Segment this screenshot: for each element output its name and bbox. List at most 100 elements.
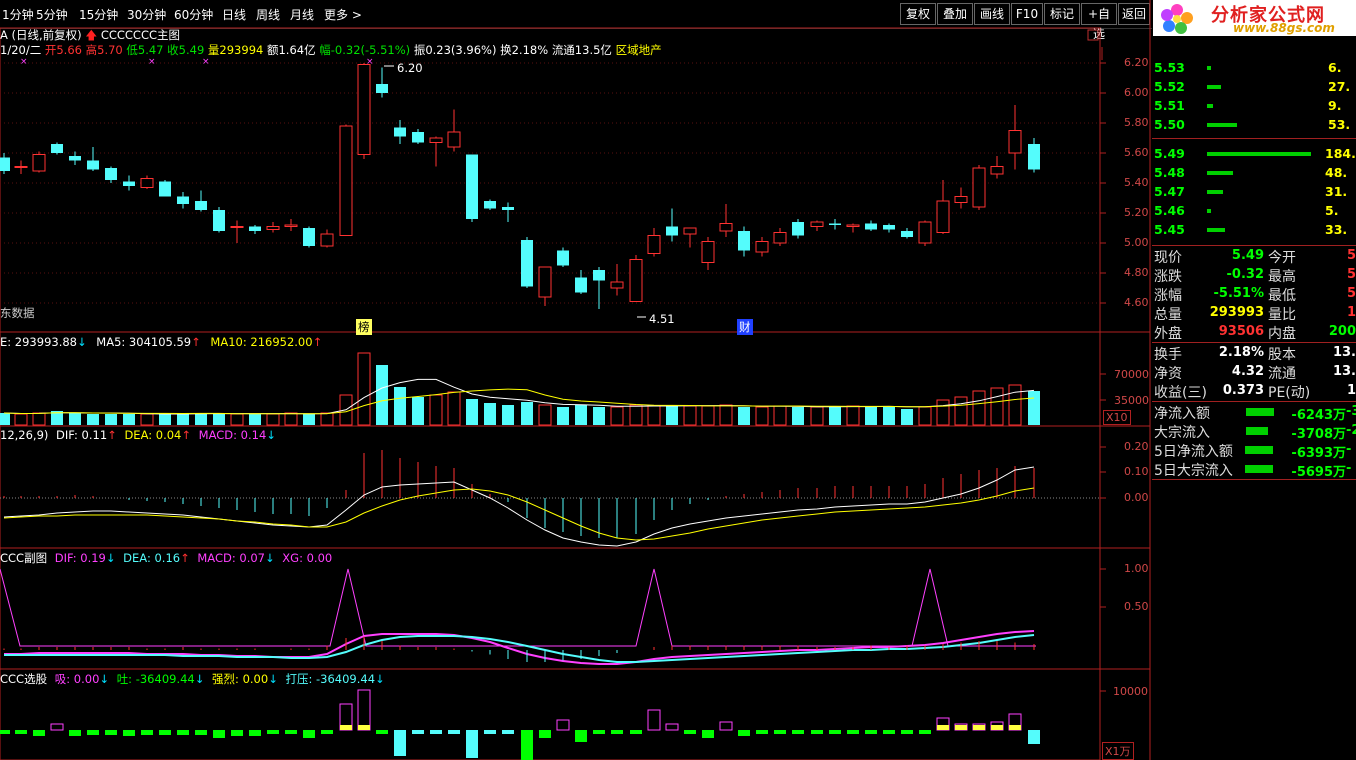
ask-row[interactable]: 5.53: [1154, 60, 1185, 75]
volume-bar-up: [610, 406, 624, 426]
bid-row[interactable]: 5.45: [1154, 222, 1185, 237]
bid-row[interactable]: 5.47: [1154, 184, 1185, 199]
volume-bar-down: [123, 414, 135, 425]
quote2-value: 1: [1346, 383, 1356, 398]
ask-row[interactable]: 5.50: [1154, 117, 1185, 132]
candle-up: [773, 232, 787, 244]
volume-bar-down: [412, 397, 424, 425]
ask-row[interactable]: 5.51: [1154, 98, 1185, 113]
volume-bar-up: [719, 404, 733, 426]
ma5-line: [3, 378, 1035, 415]
volume-bar-down: [829, 407, 841, 425]
quote-value: 5: [1346, 267, 1356, 282]
volume-bar-down: [666, 405, 678, 425]
candle-up: [647, 235, 661, 254]
candle-up: [429, 137, 443, 143]
volume-bar-up: [918, 406, 932, 426]
select-name-label: CCC选股: [0, 672, 48, 686]
select-bar-up: [556, 719, 570, 731]
candle-down: [394, 127, 406, 137]
ask-volume: 6.: [1328, 60, 1342, 75]
candle-up: [14, 166, 28, 168]
candle-down: [521, 240, 533, 287]
quote-divider: [1152, 342, 1356, 343]
candle-down: [87, 160, 99, 170]
select-bar-down: [141, 730, 153, 735]
candle-down: [51, 144, 63, 153]
candle-up: [284, 224, 298, 227]
orderbook-divider: [1152, 138, 1356, 139]
volume-bar-up: [701, 405, 715, 426]
select-bar-down: [883, 730, 895, 734]
select-bar-down: [213, 730, 225, 738]
volume-bar-down: [521, 402, 533, 425]
candle-up: [954, 196, 968, 203]
candle-up: [972, 167, 986, 208]
volume-bar-up: [1008, 384, 1022, 426]
quote-label: 内盘: [1268, 326, 1296, 342]
volume-bar-up: [140, 413, 154, 426]
volume-bar-down: [394, 387, 406, 425]
select-bar-down: [1028, 730, 1040, 744]
event-tag-bang[interactable]: 榜: [356, 319, 372, 335]
chart-area[interactable]: × × × ×: [0, 0, 1152, 760]
sub-dea-line: [4, 634, 1035, 663]
vol-axis-35000: 35000: [1114, 394, 1149, 407]
volume-bar-down: [177, 414, 189, 425]
flow-extra: -: [1346, 442, 1352, 457]
quote2-value: 13.: [1332, 345, 1356, 360]
select-bar-down: [177, 730, 189, 735]
flow-value: -3708万: [1291, 427, 1346, 442]
ask-row[interactable]: 5.52: [1154, 79, 1185, 94]
macd-label: MACD: 0.14: [198, 428, 267, 442]
select-bar-strong: [991, 725, 1003, 730]
candle-up: [1008, 130, 1022, 154]
bid-row[interactable]: 5.49: [1154, 146, 1185, 161]
macd-axis-020: 0.20: [1124, 440, 1149, 453]
select-bar-strong: [340, 725, 352, 730]
candle-up: [320, 233, 334, 247]
bid-volume: 31.: [1325, 184, 1348, 199]
candle-down: [666, 226, 678, 236]
volume-bar-down: [792, 407, 804, 425]
volume-bar-down: [575, 405, 587, 425]
candle-down: [69, 156, 81, 161]
volume-bar-down: [0, 413, 10, 425]
volume-bar-up: [972, 390, 986, 426]
quote2-divider: [1152, 401, 1356, 402]
dif-line: [3, 466, 1035, 547]
volume-bar-down: [303, 414, 315, 425]
bid-volume: 33.: [1325, 222, 1348, 237]
price-axis-label: 6.20: [1124, 56, 1149, 69]
select-bar-down: [430, 730, 442, 734]
quote-label: 今开: [1268, 250, 1296, 266]
ask-bar: [1207, 66, 1211, 70]
price-axis-label: 6.00: [1124, 86, 1149, 99]
bid-row[interactable]: 5.46: [1154, 203, 1185, 218]
volume-bar-up: [14, 413, 28, 426]
quote-value: 200: [1328, 324, 1356, 339]
price-axis-label: 5.20: [1124, 206, 1149, 219]
select-bar-down: [15, 730, 27, 734]
flow-label: 净流入额: [1154, 406, 1210, 422]
price-axis-label: 5.40: [1124, 176, 1149, 189]
volume-bar-up: [990, 387, 1004, 426]
volume-bar-down: [87, 414, 99, 425]
volume-bar-up: [846, 405, 860, 426]
bid-row[interactable]: 5.48: [1154, 165, 1185, 180]
sub-legend: CCC副图 DIF: 0.19↓ DEA: 0.16↑ MACD: 0.07↓ …: [0, 551, 333, 565]
event-tag-cai[interactable]: 财: [737, 319, 753, 335]
flower-logo-icon: [1161, 4, 1193, 34]
select-bar-up: [357, 689, 371, 731]
select-bar-down: [502, 730, 514, 734]
select-bar-down: [865, 730, 877, 734]
volume-bar-down: [105, 414, 117, 425]
select-axis-10000: 10000: [1113, 685, 1148, 698]
quote2-label: 收益(三): [1154, 385, 1207, 401]
flow-extra: -2: [1346, 423, 1356, 438]
select-bar-strong: [358, 725, 370, 730]
quote2-label: 换手: [1154, 347, 1182, 363]
select-bar-down: [231, 730, 243, 736]
select-bar-down: [249, 730, 261, 736]
select-bar-down: [267, 730, 279, 734]
